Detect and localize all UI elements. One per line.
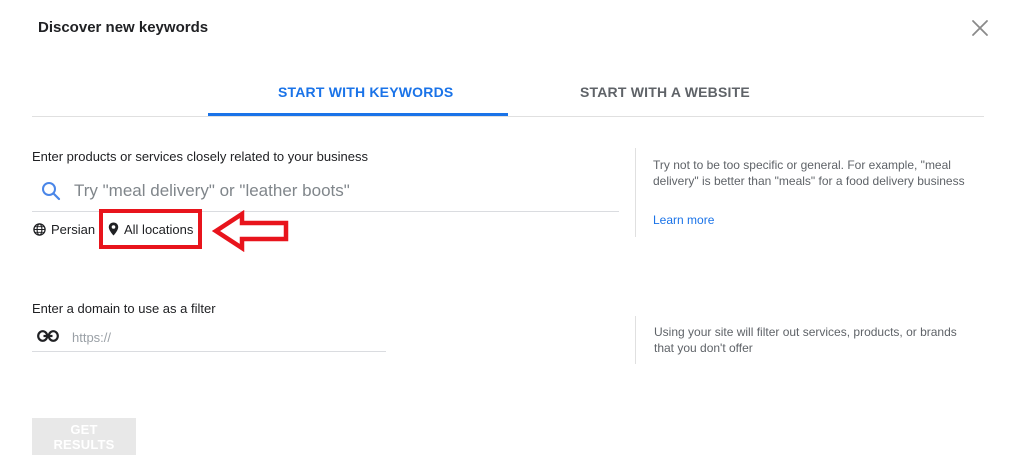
language-selector[interactable]: Persian [33,220,95,238]
close-icon [972,20,988,36]
language-label: Persian [51,221,96,237]
highlight-arrow-icon [212,210,289,252]
tab-start-with-keywords[interactable]: START WITH KEYWORDS [278,84,453,100]
domain-label: Enter a domain to use as a filter [32,301,216,316]
hint-divider-keywords [635,148,636,237]
keywords-hint-text: Try not to be too specific or general. F… [653,158,965,188]
search-icon [40,180,62,202]
get-results-button[interactable]: GET RESULTS [32,418,136,455]
highlight-box [99,209,202,249]
tab-divider [32,116,984,117]
dialog-title: Discover new keywords [38,19,209,36]
link-icon [37,329,59,343]
hint-divider-domain [635,316,636,364]
globe-icon [33,222,46,236]
keywords-input[interactable] [74,177,614,205]
learn-more-link[interactable]: Learn more [653,213,714,227]
domain-input[interactable] [72,327,382,347]
domain-input-underline [32,351,386,352]
keywords-label: Enter products or services closely relat… [32,149,368,164]
close-button[interactable] [968,16,992,40]
domain-hint-text: Using your site will filter out services… [654,325,957,355]
tab-start-with-website[interactable]: START WITH A WEBSITE [580,84,750,100]
